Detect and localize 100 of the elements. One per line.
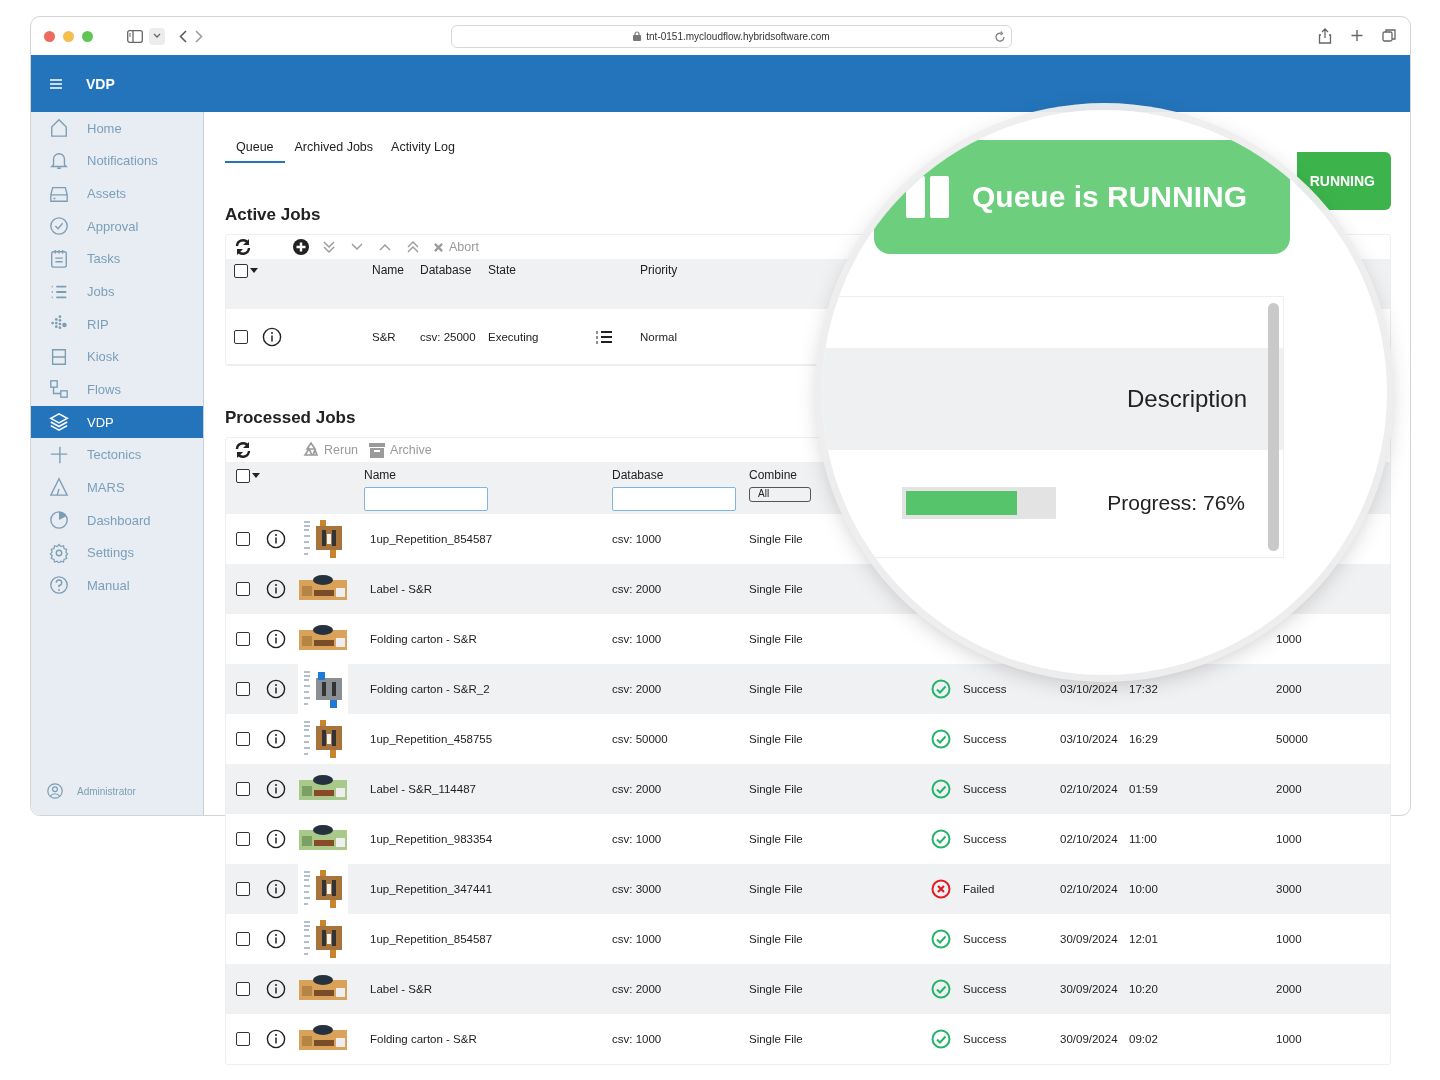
checkbox[interactable]: [236, 982, 250, 996]
caret-icon: [250, 268, 258, 274]
queue-status-button[interactable]: RUNNING: [1297, 152, 1391, 210]
section-title: Active Jobs: [225, 205, 322, 225]
column-header: Name: [364, 468, 397, 482]
table-cell-text: 02/10/2024: [1060, 883, 1119, 895]
info-icon: [266, 629, 286, 649]
clipboard-icon: [49, 248, 69, 269]
table-cell-text: Folding carton - S&R: [369, 633, 478, 645]
checkbox[interactable]: [234, 329, 248, 344]
info-icon: [262, 326, 282, 347]
sidebar-item[interactable]: Assets: [31, 177, 203, 210]
success-icon: [931, 1029, 951, 1049]
sidebar-item[interactable]: Approval: [31, 209, 203, 243]
sidebar-item[interactable]: Kiosk: [31, 340, 203, 374]
scrollbar[interactable]: [1268, 303, 1279, 551]
filter-field[interactable]: [612, 487, 736, 511]
table-cell-text: 10:00: [1129, 883, 1159, 895]
status-text: Success: [963, 933, 1008, 945]
checkbox[interactable]: [236, 932, 250, 946]
info-icon: [266, 729, 286, 749]
sidebar-item[interactable]: Tectonics: [31, 438, 203, 472]
info-icon: [266, 579, 286, 599]
table-cell-text: Single File: [749, 783, 804, 795]
sidebar-item[interactable]: Jobs: [31, 275, 203, 308]
table-cell-text: 50000: [1276, 733, 1309, 745]
sidebar-item[interactable]: VDP: [31, 405, 203, 439]
table-cell-text: 09:02: [1129, 1033, 1159, 1045]
table-cell-text: 1up_Repetition_347441: [369, 883, 494, 895]
column-header: Database: [420, 263, 473, 279]
checkbox[interactable]: [236, 582, 250, 596]
sidebar-item[interactable]: Flows: [31, 373, 203, 406]
checkbox[interactable]: [236, 532, 250, 546]
window-control[interactable]: [44, 30, 55, 42]
chevron-left-icon: [179, 29, 187, 43]
lock-icon: [633, 31, 642, 41]
dropdown-button[interactable]: [149, 27, 165, 45]
sidebar-item[interactable]: Dashboard: [31, 503, 203, 537]
pie-chart-icon: [49, 510, 69, 530]
user-menu[interactable]: Administrator: [31, 783, 203, 799]
sidebar-item[interactable]: Home: [31, 112, 203, 145]
status-text: Failed: [963, 883, 996, 895]
checkbox[interactable]: [236, 682, 250, 696]
table-cell-text: Single File: [749, 533, 804, 545]
checkbox[interactable]: [236, 1032, 250, 1046]
table-cell-text: 17:32: [1129, 683, 1159, 695]
table-cell-text: csv: 2000: [612, 983, 663, 995]
progress-label: Progress: 76%: [1107, 490, 1245, 515]
table-cell-text: Single File: [749, 983, 804, 995]
checkbox[interactable]: [236, 882, 250, 896]
home-icon: [49, 118, 69, 139]
tab[interactable]: Activity Log: [383, 136, 463, 163]
table-cell-text: 1up_Repetition_854587: [369, 533, 494, 545]
success-icon: [931, 679, 951, 699]
table-cell-text: 10:20: [1129, 983, 1159, 995]
sidebar-item[interactable]: Manual: [31, 568, 203, 602]
table-cell-text: Single File: [749, 683, 804, 695]
sidebar-item[interactable]: Tasks: [31, 242, 203, 276]
select-all-checkbox[interactable]: [234, 264, 248, 278]
info-icon: [266, 829, 286, 849]
queue-running-button[interactable]: Queue is RUNNING: [874, 140, 1290, 254]
success-icon: [931, 779, 951, 799]
triangle-icon: [49, 477, 69, 498]
column-header: Combine: [749, 468, 799, 482]
address-bar[interactable]: tnt-0151.mycloudflow.hybridsoftware.com: [451, 24, 1012, 48]
caret-icon: [252, 473, 260, 479]
table-cell-text: 02/10/2024: [1060, 783, 1119, 795]
sidebar-icon: [127, 29, 143, 43]
status-text: Success: [963, 983, 1008, 995]
table-cell-text: Single File: [749, 883, 804, 895]
table-cell-text: Label - S&R: [369, 583, 433, 595]
success-icon: [931, 979, 951, 999]
filter-dropdown[interactable]: All: [749, 487, 811, 502]
select-all-checkbox[interactable]: [236, 469, 250, 483]
table-cell-text: 2000: [1276, 783, 1303, 795]
error-icon: [931, 879, 951, 899]
filter-field[interactable]: [364, 487, 488, 511]
app-title: VDP: [86, 75, 115, 92]
checkbox[interactable]: [236, 732, 250, 746]
check-circle-icon: [49, 216, 69, 237]
sidebar-item[interactable]: RIP: [31, 307, 203, 341]
sidebar-item[interactable]: MARS: [31, 471, 203, 504]
table-cell-text: 2000: [1276, 683, 1303, 695]
column-header: Priority: [640, 263, 679, 279]
column-header: Database: [612, 468, 665, 482]
table-cell-text: csv: 3000: [612, 883, 663, 895]
tab[interactable]: Queue: [225, 136, 285, 163]
table-cell-text: csv: 1000: [612, 533, 663, 545]
checkbox[interactable]: [236, 632, 250, 646]
table-cell-text: 2000: [1276, 983, 1303, 995]
checkbox[interactable]: [236, 782, 250, 796]
table-cell-text: 12:01: [1129, 933, 1159, 945]
checkbox[interactable]: [236, 832, 250, 846]
table-cell-text: csv: 1000: [612, 933, 663, 945]
tab[interactable]: Archived Jobs: [286, 136, 382, 163]
reload-icon: [994, 30, 1006, 43]
table-cell-text: 03/10/2024: [1060, 683, 1119, 695]
sidebar-item[interactable]: Settings: [31, 536, 203, 569]
sidebar-item[interactable]: Notifications: [31, 144, 203, 178]
status-text: Success: [963, 1033, 1008, 1045]
